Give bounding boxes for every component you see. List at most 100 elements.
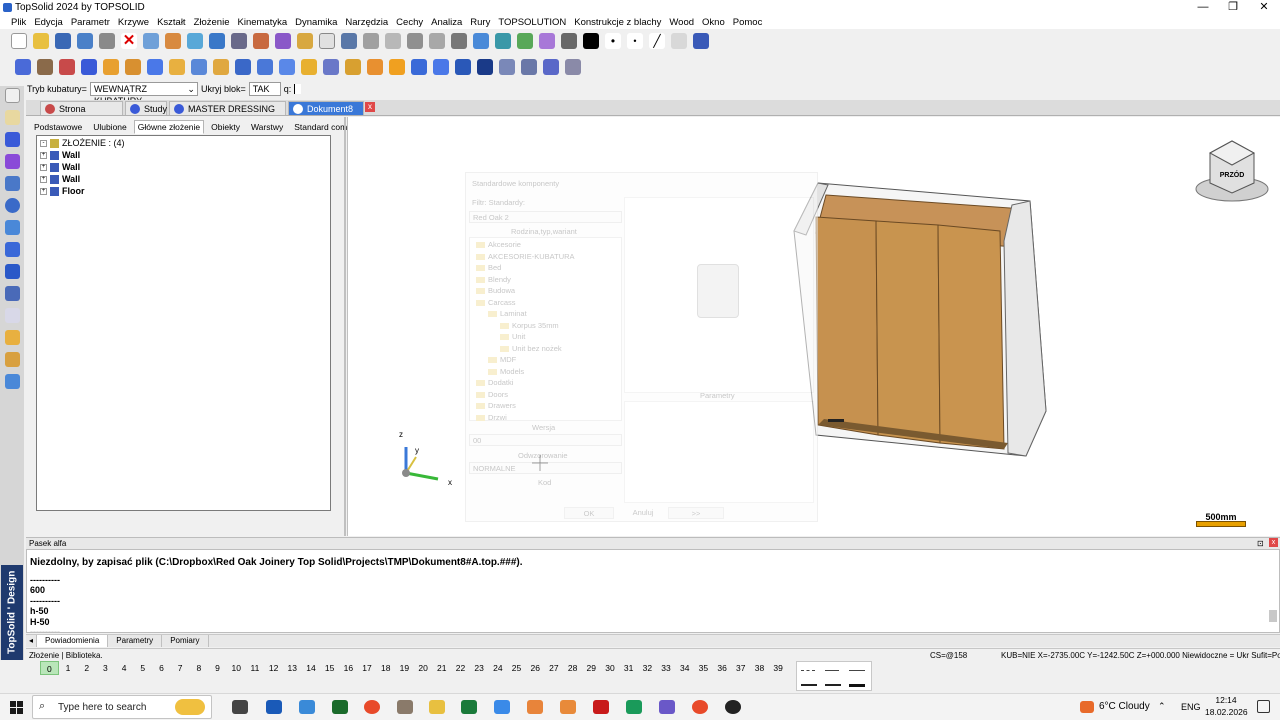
circle-tool-icon[interactable]	[5, 198, 20, 213]
hatch-icon[interactable]	[671, 33, 687, 49]
layer-number[interactable]: 14	[302, 661, 321, 675]
zoom-fit-icon[interactable]	[495, 33, 511, 49]
dialog-tree-item[interactable]: Bed	[476, 263, 501, 272]
alpha-close-icon[interactable]: x	[1269, 538, 1278, 547]
store-icon[interactable]	[266, 700, 282, 714]
tab-parametry[interactable]: Parametry	[108, 635, 163, 647]
line-style-icon[interactable]: ╱	[649, 33, 665, 49]
app-icon-g[interactable]	[626, 700, 642, 714]
dialog-tree-item[interactable]: Dodatki	[476, 378, 513, 387]
tree-root[interactable]: - ZŁOŻENIE : (4)	[40, 138, 125, 149]
layer-number[interactable]: 12	[264, 661, 283, 675]
dialog-tree-item[interactable]: Unit	[500, 332, 525, 341]
layer-number[interactable]: 11	[246, 661, 265, 675]
dialog-tree-item[interactable]: Unit bez nożek	[500, 344, 562, 353]
undo-icon[interactable]	[143, 33, 159, 49]
layer-number[interactable]: 9	[208, 661, 227, 675]
shape-icon-8[interactable]	[169, 59, 185, 75]
refresh-icon[interactable]	[187, 33, 203, 49]
print-icon[interactable]	[99, 33, 115, 49]
expand-icon[interactable]: +	[40, 164, 47, 172]
shape-icon-23[interactable]	[499, 59, 515, 75]
trim-icon[interactable]	[385, 33, 401, 49]
split-icon[interactable]	[407, 33, 423, 49]
dialog-tree-item[interactable]: Laminat	[488, 309, 527, 318]
layer-number[interactable]: 24	[489, 661, 508, 675]
task-view-icon[interactable]	[232, 700, 248, 714]
menu-item-9[interactable]: Cechy	[396, 17, 423, 28]
menu-item-6[interactable]: Kinematyka	[238, 17, 288, 28]
topsolid-taskbar-icon[interactable]	[659, 700, 675, 714]
layer-number[interactable]: 27	[545, 661, 564, 675]
scrollbar-thumb[interactable]	[1269, 610, 1277, 622]
line-style-palette[interactable]	[796, 661, 872, 691]
layer-number[interactable]: 32	[638, 661, 657, 675]
shape-icon-7[interactable]	[147, 59, 163, 75]
q-input[interactable]	[294, 84, 302, 94]
layer-number[interactable]: 0	[40, 661, 59, 675]
shape-icon-10[interactable]	[213, 59, 229, 75]
menu-item-0[interactable]: Plik	[11, 17, 26, 28]
kubatura-select[interactable]: WEWNĄTRZ KUBATURY⌄	[89, 82, 198, 106]
shape-icon-21[interactable]	[455, 59, 471, 75]
layer-number[interactable]: 1	[59, 661, 78, 675]
save-icon[interactable]	[55, 33, 71, 49]
viewcube[interactable]: PRZÓD	[1195, 140, 1269, 202]
odwzorowanie-select[interactable]: NORMALNE	[469, 462, 622, 474]
panel-tab-1[interactable]: Ulubione	[89, 120, 131, 134]
layer-number[interactable]: 16	[339, 661, 358, 675]
clock-date[interactable]: 18.02.2026	[1205, 707, 1248, 717]
chrome-icon[interactable]	[364, 700, 380, 714]
excel-icon[interactable]	[461, 700, 477, 714]
drill-icon[interactable]	[5, 176, 20, 191]
dialog-tree-item[interactable]: Carcass	[476, 298, 516, 307]
minimize-button[interactable]: —	[1187, 0, 1219, 15]
menu-item-4[interactable]: Kształt	[157, 17, 186, 28]
panel-icon[interactable]	[693, 33, 709, 49]
menu-item-10[interactable]: Analiza	[431, 17, 462, 28]
menu-item-5[interactable]: Złożenie	[194, 17, 230, 28]
anuluj-button[interactable]: Anuluj	[618, 507, 668, 519]
windows-start-icon[interactable]	[10, 701, 24, 715]
clock-time[interactable]: 12:14	[1214, 695, 1238, 705]
catalog-select[interactable]: Red Oak 2	[469, 211, 622, 223]
app-icon-c[interactable]	[397, 700, 413, 714]
layer-number[interactable]: 8	[190, 661, 209, 675]
panel-tab-4[interactable]: Warstwy	[247, 120, 287, 134]
app-icon-h[interactable]	[725, 700, 741, 714]
dialog-tree-item[interactable]: Korpus 35mm	[500, 321, 559, 330]
hand-icon[interactable]	[5, 286, 20, 301]
shape-icon-4[interactable]	[81, 59, 97, 75]
layer-number[interactable]: 3	[96, 661, 115, 675]
layer-number[interactable]: 25	[507, 661, 526, 675]
close-tab-icon[interactable]: x	[365, 102, 375, 112]
select-icon[interactable]	[341, 33, 357, 49]
surface-icon[interactable]	[5, 154, 20, 169]
wersja-select[interactable]: 00	[469, 434, 622, 446]
menu-item-13[interactable]: Konstrukcje z blachy	[574, 17, 661, 28]
shape-icon-3[interactable]	[59, 59, 75, 75]
panel-splitter[interactable]	[344, 117, 346, 536]
color-swatch-icon[interactable]	[583, 33, 599, 49]
pipe-icon[interactable]	[5, 220, 20, 235]
layer-number[interactable]: 37	[731, 661, 750, 675]
panel-tab-3[interactable]: Obiekty	[207, 120, 244, 134]
ok-button[interactable]: OK	[564, 507, 614, 519]
layer-number[interactable]: 28	[563, 661, 582, 675]
hook-icon[interactable]	[429, 33, 445, 49]
shape-icon-20[interactable]	[433, 59, 449, 75]
panel-tab-0[interactable]: Podstawowe	[30, 120, 86, 134]
menu-item-14[interactable]: Wood	[669, 17, 694, 28]
pin-icon[interactable]: ⊡	[1257, 539, 1264, 548]
layer-number[interactable]: 6	[152, 661, 171, 675]
layer-number[interactable]: 18	[376, 661, 395, 675]
solid-icon[interactable]	[5, 132, 20, 147]
layer-number[interactable]: 4	[115, 661, 134, 675]
layer-icon[interactable]	[517, 33, 533, 49]
dialog-tree-item[interactable]: MDF	[488, 355, 516, 364]
acrobat-icon[interactable]	[593, 700, 609, 714]
snap-icon[interactable]	[451, 33, 467, 49]
ukryj-select[interactable]: TAK	[248, 82, 281, 96]
shape-icon-19[interactable]	[411, 59, 427, 75]
zoom-icon[interactable]	[473, 33, 489, 49]
